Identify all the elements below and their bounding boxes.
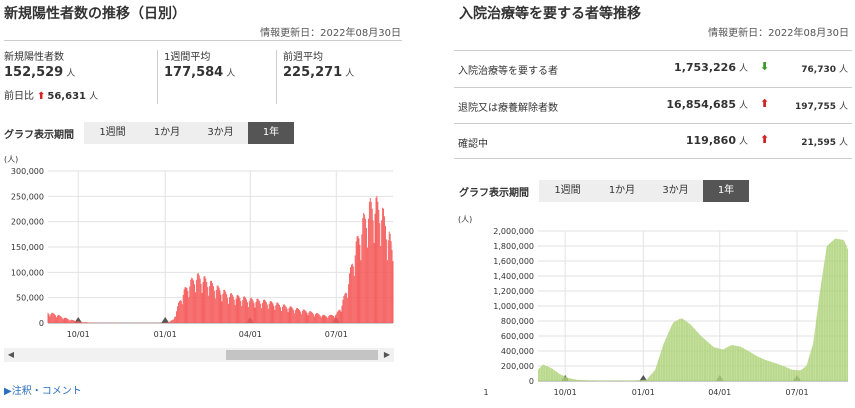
row-label: 確認中 — [458, 139, 488, 150]
tab-3-months[interactable]: 3か月 — [648, 180, 703, 202]
x-tick-label: 07/01 — [786, 388, 809, 397]
y-tick-label: 0 — [529, 377, 534, 386]
left-updated-date: 情報更新日：2022年08月30日 — [260, 28, 401, 39]
left-divider-top — [4, 40, 402, 41]
table-line — [454, 158, 852, 159]
row-diff: 197,755 人 — [794, 102, 848, 112]
x-tick-label: 10/01 — [554, 388, 577, 397]
y-tick-label: 1,600,000 — [493, 257, 534, 266]
tab-1-year[interactable]: 1年 — [703, 180, 749, 202]
stat-separator — [157, 50, 158, 104]
down-arrow-icon: ⬇ — [760, 60, 770, 73]
right-period-selector: グラフ表示期間 1週間 1か月 3か月 1年 — [459, 180, 749, 202]
stat-separator — [276, 50, 277, 104]
stat-label: 1週間平均 — [164, 52, 211, 63]
tab-3-months[interactable]: 3か月 — [193, 122, 248, 144]
diff-unit: 人 — [88, 92, 98, 102]
x-tick-label: 01/01 — [154, 330, 177, 339]
up-arrow-icon: ⬆ — [760, 133, 770, 146]
diff-label: 前日比 — [4, 91, 34, 102]
stat-value: 177,584 人 — [164, 65, 236, 80]
new-cases-panel: 新規陽性者数の推移（日別） 情報更新日：2022年08月30日 新規陽性者数 1… — [0, 0, 405, 408]
y-tick-label: 800,000 — [501, 317, 534, 326]
stat-value: 152,529 人 — [4, 65, 76, 80]
up-arrow-icon: ⬆ — [760, 97, 770, 110]
row-value: 16,854,685 人 — [666, 98, 748, 111]
row-label: 退院又は療養解除者数 — [458, 103, 558, 114]
y-tick-label: 2,000,000 — [493, 227, 534, 236]
hospitalized-title: 入院治療等を要する者等推移 — [459, 6, 641, 22]
tab-1-week[interactable]: 1週間 — [84, 122, 141, 144]
y-unit-label: (人) — [458, 215, 472, 224]
x-tick-marker — [161, 317, 170, 323]
row-diff: 76,730 人 — [801, 65, 848, 75]
x-tick-label: 1 — [483, 388, 488, 397]
y-tick-label: 1,400,000 — [493, 272, 534, 281]
y-unit-label: (人) — [4, 155, 18, 164]
table-row-discharged: 退院又は療養解除者数 16,854,685 人 ⬆ 197,755 人 — [454, 91, 852, 120]
new-cases-chart: (人) 0 50,000 100,000 150,000 200,000 250,000 30… — [4, 155, 394, 339]
x-tick-label: 01/01 — [632, 388, 655, 397]
stat-prev-week-average: 前週平均 225,271 人 — [283, 48, 354, 80]
tab-1-month[interactable]: 1か月 — [596, 180, 648, 202]
row-label: 入院治療等を要する者 — [458, 66, 558, 77]
x-tick-label: 07/01 — [325, 330, 348, 339]
right-updated-date: 情報更新日：2022年08月30日 — [708, 28, 849, 39]
period-label: グラフ表示期間 — [459, 187, 529, 199]
y-tick-label: 150,000 — [11, 243, 44, 252]
y-tick-label: 200,000 — [11, 218, 44, 227]
up-arrow-icon: ⬆ — [37, 91, 46, 102]
y-tick-label: 1,200,000 — [493, 287, 534, 296]
row-value: 1,753,226 人 — [674, 61, 748, 74]
hospitalized-panel: 入院治療等を要する者等推移 情報更新日：2022年08月30日 入院治療等を要す… — [450, 0, 855, 408]
period-label: グラフ表示期間 — [4, 129, 74, 141]
y-tick-label: 100,000 — [11, 268, 44, 277]
y-tick-label: 300,000 — [11, 167, 44, 176]
scroll-thumb[interactable] — [226, 350, 378, 360]
table-line — [454, 123, 852, 124]
table-row-hospitalized: 入院治療等を要する者 1,753,226 人 ⬇ 76,730 人 — [454, 54, 852, 83]
tab-1-year[interactable]: 1年 — [248, 122, 294, 144]
left-period-selector: グラフ表示期間 1週間 1か月 3か月 1年 — [4, 122, 294, 144]
stat-label: 前週平均 — [283, 52, 323, 63]
period-tabs: 1週間 1か月 3か月 1年 — [539, 180, 749, 202]
stat-new-cases: 新規陽性者数 152,529 人 — [4, 48, 75, 80]
scroll-right-icon[interactable]: ▶ — [380, 348, 394, 362]
stat-label: 新規陽性者数 — [4, 52, 64, 63]
stat-value: 225,271 人 — [283, 65, 355, 80]
prev-day-diff: 前日比 ⬆ 56,631 人 — [4, 87, 98, 102]
y-tick-label: 1,000,000 — [493, 302, 534, 311]
table-line — [454, 50, 852, 51]
row-diff: 21,595 人 — [801, 138, 848, 148]
data-area — [538, 238, 848, 381]
y-tick-label: 250,000 — [11, 192, 44, 201]
new-cases-title: 新規陽性者数の推移（日別） — [4, 6, 186, 22]
y-tick-label: 50,000 — [16, 294, 44, 303]
tab-1-month[interactable]: 1か月 — [141, 122, 193, 144]
y-tick-label: 1,800,000 — [493, 242, 534, 251]
row-value: 119,860 人 — [685, 134, 748, 147]
y-tick-label: 0 — [39, 319, 44, 328]
y-tick-label: 400,000 — [501, 347, 534, 356]
hospitalized-chart: (人) 0 200,000 400,000 600,000 800,000 1,000,00… — [458, 215, 848, 397]
table-line — [454, 87, 852, 88]
y-tick-label: 200,000 — [501, 362, 534, 371]
notes-link[interactable]: ▶注釈・コメント — [4, 382, 82, 397]
chart-scrollbar[interactable]: ◀ ▶ — [4, 348, 394, 362]
period-tabs: 1週間 1か月 3か月 1年 — [84, 122, 294, 144]
scroll-left-icon[interactable]: ◀ — [4, 348, 18, 362]
x-tick-label: 10/01 — [67, 330, 90, 339]
x-tick-label: 04/01 — [239, 330, 262, 339]
table-row-confirming: 確認中 119,860 人 ⬆ 21,595 人 — [454, 127, 852, 156]
stat-week-average: 1週間平均 177,584 人 — [164, 48, 235, 80]
diff-value: 56,631 — [47, 91, 86, 102]
x-tick-label: 04/01 — [708, 388, 731, 397]
tab-1-week[interactable]: 1週間 — [539, 180, 596, 202]
y-tick-label: 600,000 — [501, 332, 534, 341]
